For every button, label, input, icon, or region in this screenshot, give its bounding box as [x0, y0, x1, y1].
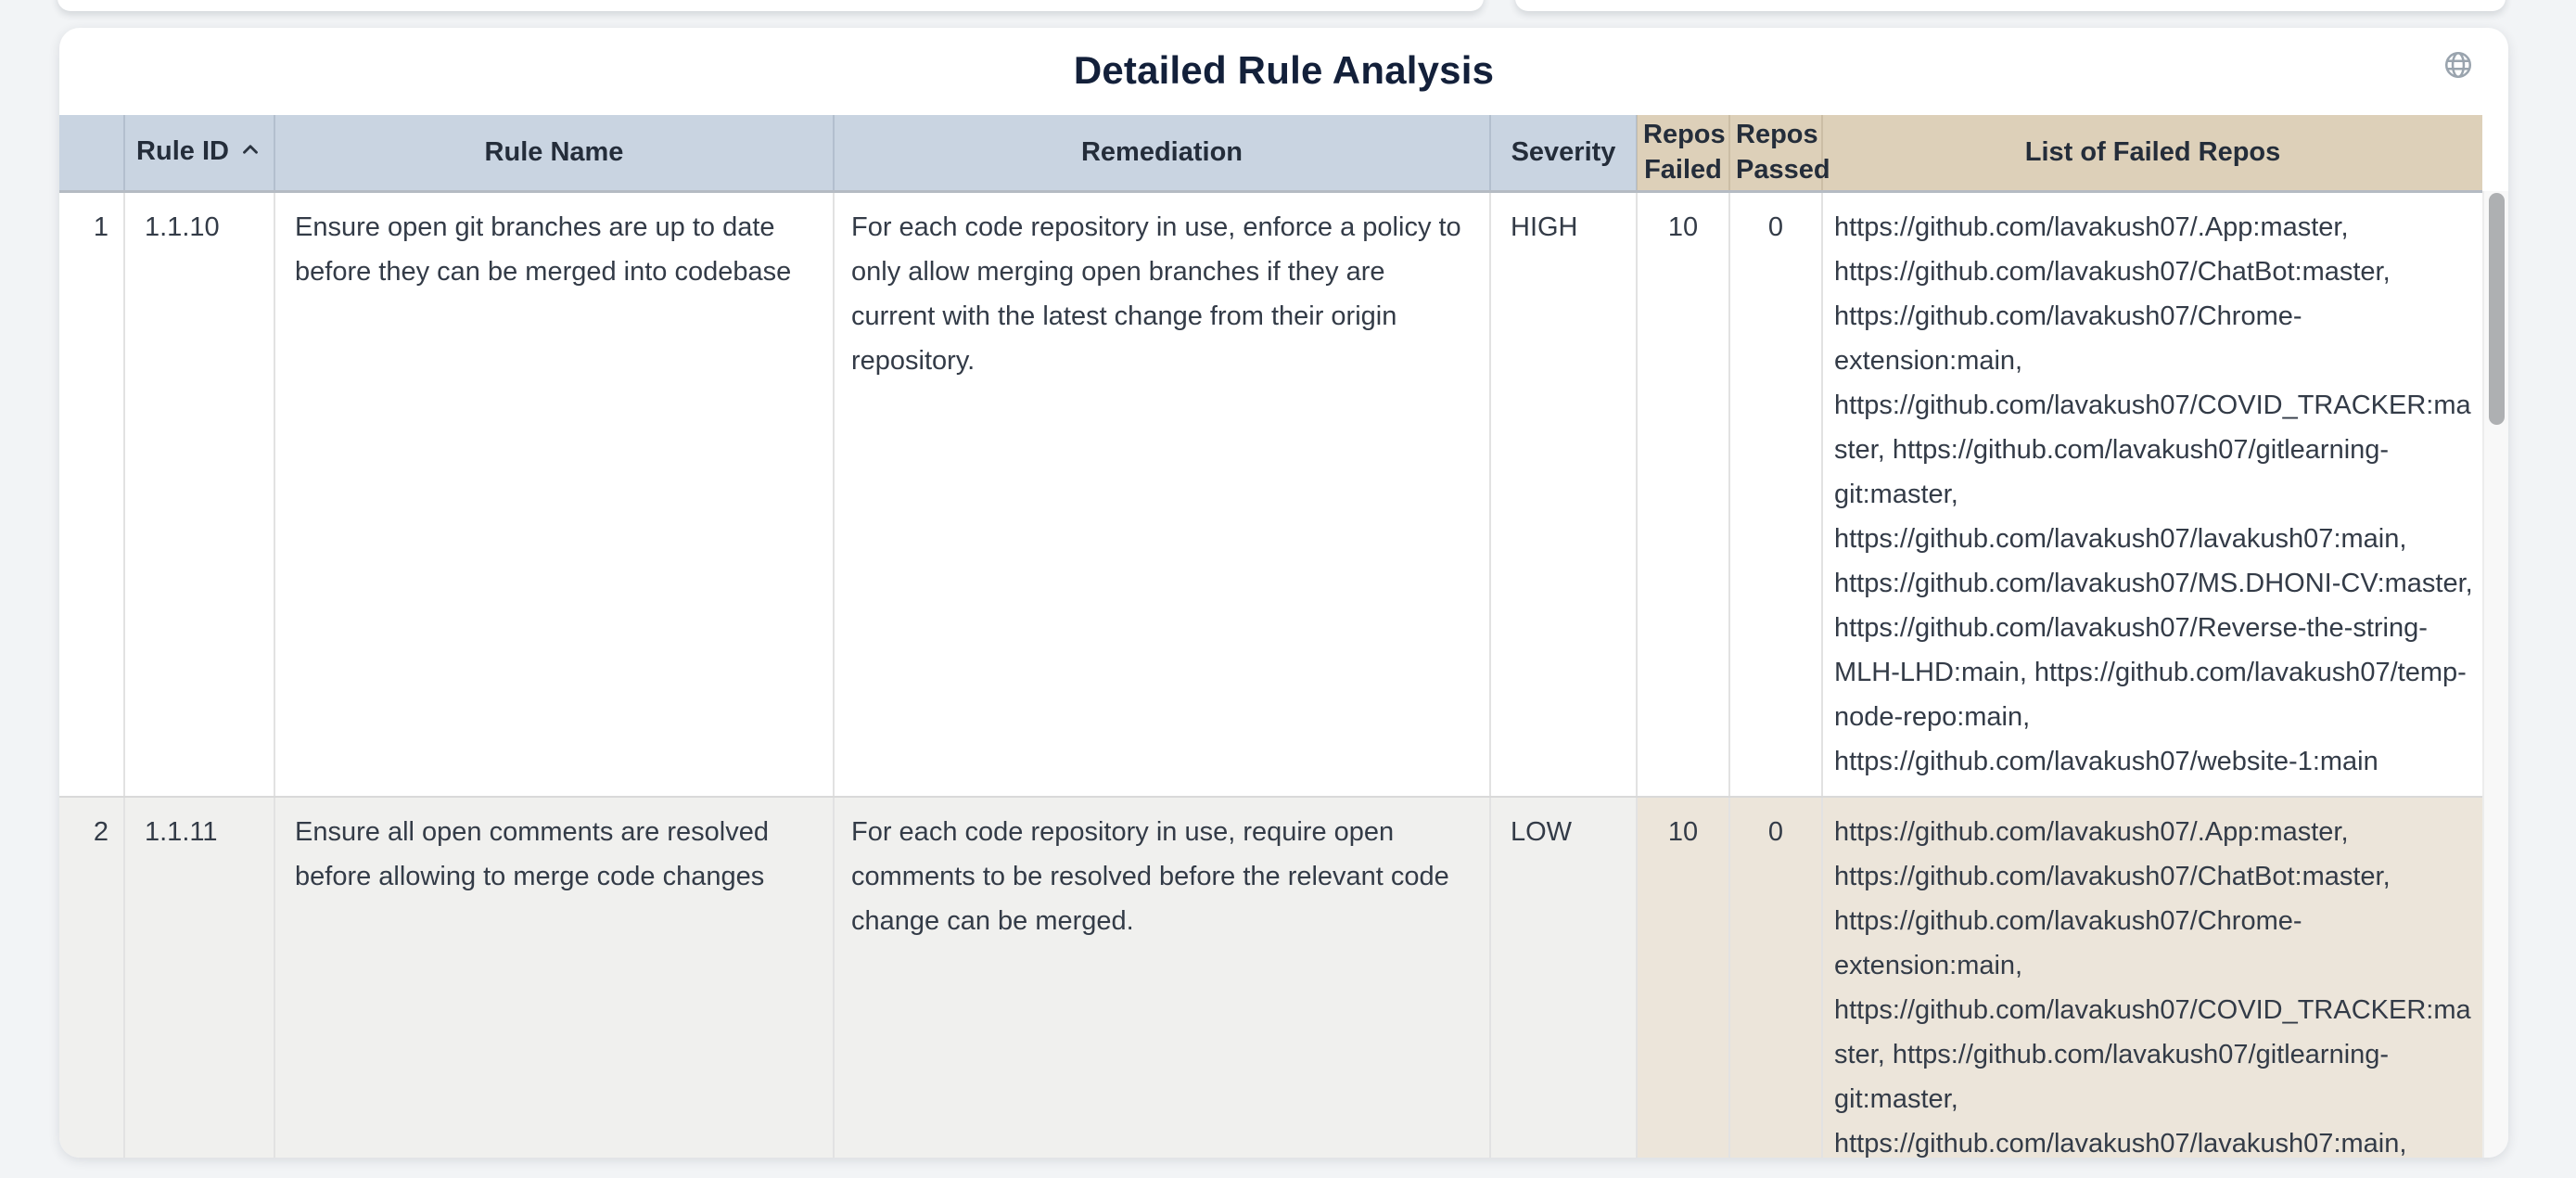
- header-severity[interactable]: Severity: [1490, 115, 1637, 191]
- header-index[interactable]: [59, 115, 124, 191]
- cell-rule-name: Ensure open git branches are up to date …: [274, 191, 834, 797]
- top-card-left: [57, 0, 1484, 11]
- cell-row-number: 1: [59, 191, 124, 797]
- cell-repos-failed: 10: [1637, 191, 1729, 797]
- cell-repos-passed: 0: [1729, 191, 1822, 797]
- cell-failed-repos-list: https://github.com/lavakush07/.App:maste…: [1822, 797, 2482, 1159]
- cell-rule-name: Ensure all open comments are resolved be…: [274, 797, 834, 1159]
- cell-failed-repos-list: https://github.com/lavakush07/.App:maste…: [1822, 191, 2482, 797]
- table-header-row: Rule ID Rule Name Remediation Severity R…: [59, 115, 2482, 191]
- header-repos-passed[interactable]: Repos Passed: [1729, 115, 1822, 191]
- table-row: 2 1.1.11 Ensure all open comments are re…: [59, 797, 2482, 1159]
- cell-rule-id: 1.1.11: [124, 797, 274, 1159]
- header-remediation[interactable]: Remediation: [834, 115, 1490, 191]
- header-rule-id-label: Rule ID: [136, 136, 229, 166]
- scrollbar-thumb[interactable]: [2489, 193, 2505, 425]
- cell-severity: HIGH: [1490, 191, 1637, 797]
- header-rule-id[interactable]: Rule ID: [124, 115, 274, 191]
- rules-table: Rule ID Rule Name Remediation Severity R…: [59, 115, 2482, 1158]
- cell-severity: LOW: [1490, 797, 1637, 1159]
- cell-row-number: 2: [59, 797, 124, 1159]
- cell-remediation: For each code repository in use, enforce…: [834, 191, 1490, 797]
- header-rule-name[interactable]: Rule Name: [274, 115, 834, 191]
- cell-repos-failed: 10: [1637, 797, 1729, 1159]
- vertical-scrollbar[interactable]: [2482, 191, 2508, 1158]
- detailed-rule-analysis-card: Detailed Rule Analysis Rule ID Rule Name…: [59, 28, 2508, 1158]
- header-repos-failed[interactable]: Repos Failed: [1637, 115, 1729, 191]
- globe-icon-glyph: [2442, 49, 2474, 81]
- globe-icon[interactable]: [2440, 46, 2477, 83]
- table-row: 1 1.1.10 Ensure open git branches are up…: [59, 191, 2482, 797]
- page-title: Detailed Rule Analysis: [59, 48, 2508, 93]
- cell-rule-id: 1.1.10: [124, 191, 274, 797]
- header-failed-repos-list[interactable]: List of Failed Repos: [1822, 115, 2482, 191]
- sort-ascending-icon[interactable]: [238, 135, 262, 171]
- top-card-right: [1515, 0, 2506, 11]
- cell-remediation: For each code repository in use, require…: [834, 797, 1490, 1159]
- cell-repos-passed: 0: [1729, 797, 1822, 1159]
